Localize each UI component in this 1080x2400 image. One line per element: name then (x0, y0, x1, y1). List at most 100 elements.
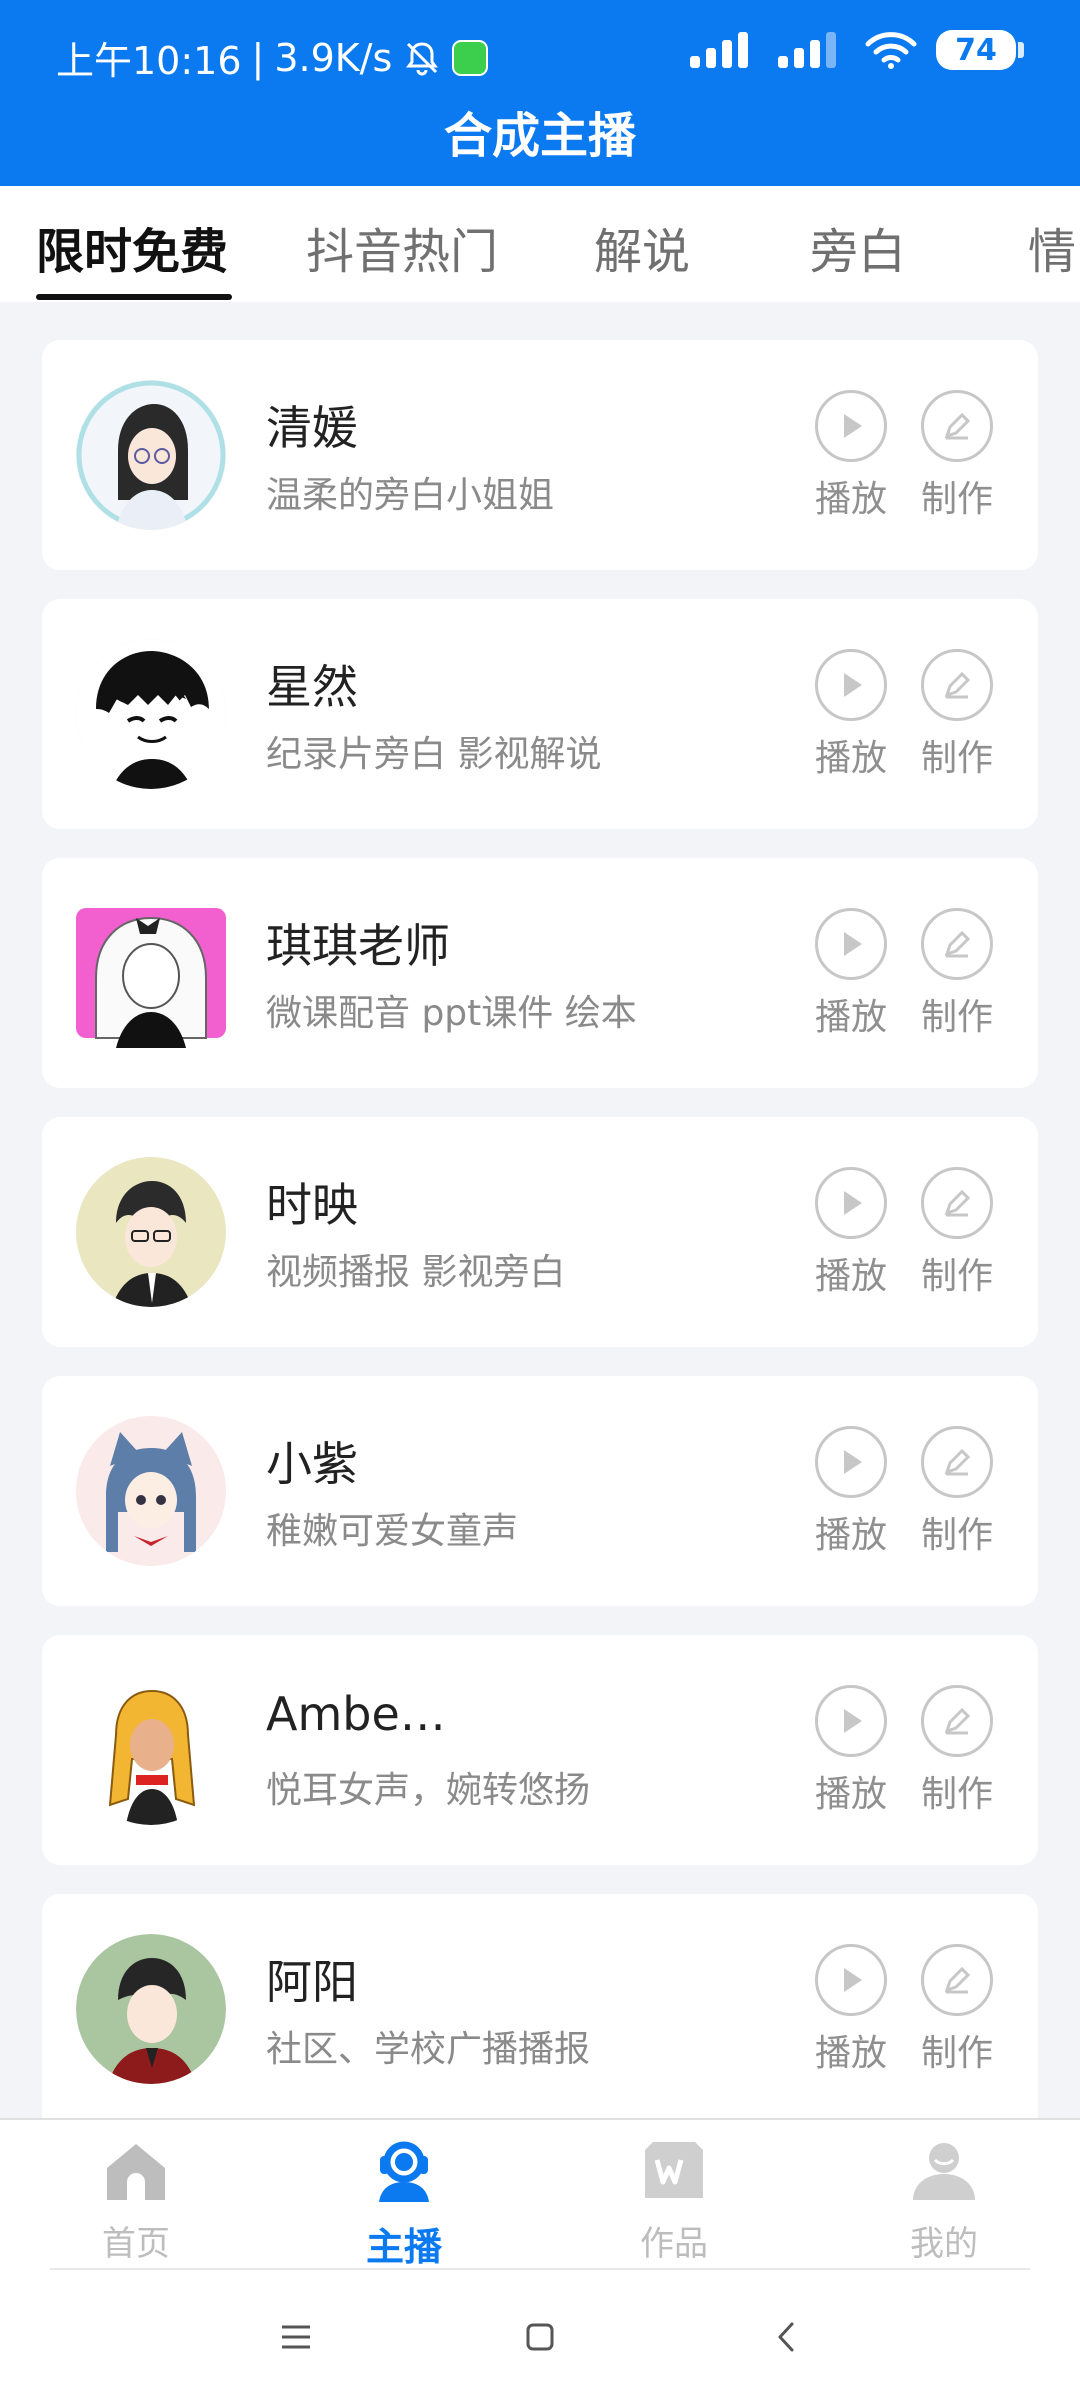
works-box-icon (645, 2142, 703, 2198)
play-button[interactable]: 播放 (796, 1944, 906, 2076)
avatar (76, 1675, 226, 1825)
network-speed: 3.9K/s (274, 35, 393, 80)
anchor-card[interactable]: 清媛 温柔的旁白小姐姐 播放 制作 (42, 340, 1038, 570)
make-button[interactable]: 制作 (902, 390, 1012, 522)
play-icon (844, 1191, 862, 1215)
anchor-name: 清媛 (266, 401, 358, 455)
play-icon (844, 1709, 862, 1733)
anchor-name: Ambe… (266, 1687, 446, 1741)
nav-home[interactable]: 首页 (56, 2136, 216, 2265)
status-bar: 上午10:16 | 3.9K/s 74 (0, 0, 1080, 110)
category-tabs: 限时免费 抖音热门 解说 旁白 情 (0, 186, 1080, 302)
play-icon (844, 1450, 862, 1474)
play-button[interactable]: 播放 (796, 908, 906, 1040)
play-icon (844, 1968, 862, 1992)
nav-works[interactable]: 作品 (594, 2136, 754, 2265)
avatar-girl-white-hair-icon (76, 908, 226, 1048)
app-header: 上午10:16 | 3.9K/s 74 合成主播 (0, 0, 1080, 186)
pencil-icon (944, 1189, 971, 1217)
anchor-desc: 微课配音 ppt课件 绘本 (266, 993, 637, 1034)
anchor-card[interactable]: 星然 纪录片旁白 影视解说 播放 制作 (42, 599, 1038, 829)
pencil-icon (944, 1966, 971, 1994)
play-icon (844, 932, 862, 956)
nav-mine[interactable]: 我的 (864, 2136, 1024, 2265)
make-button[interactable]: 制作 (902, 1426, 1012, 1558)
battery-indicator: 74 (936, 30, 1024, 70)
signal-icon (690, 32, 748, 68)
anchor-desc: 视频播报 影视旁白 (266, 1252, 566, 1293)
avatar (76, 380, 226, 530)
tab-free[interactable]: 限时免费 (36, 212, 228, 282)
avatar (76, 1934, 226, 2084)
anchor-name: 小紫 (266, 1437, 358, 1491)
anchor-card[interactable]: 时映 视频播报 影视旁白 播放 制作 (42, 1117, 1038, 1347)
play-icon (844, 414, 862, 438)
system-nav-bar (0, 2272, 1080, 2400)
avatar-boy-glasses-icon (76, 1157, 226, 1307)
anchor-name: 琪琪老师 (266, 919, 450, 973)
status-left: 上午10:16 | 3.9K/s (56, 30, 489, 85)
tab-douyin-hot[interactable]: 抖音热门 (306, 212, 498, 282)
tab-indicator (36, 294, 232, 300)
play-icon (844, 673, 862, 697)
make-button[interactable]: 制作 (902, 1167, 1012, 1299)
status-time: 上午10:16 (56, 39, 242, 83)
avatar-boy-black-hair-icon (76, 639, 226, 789)
play-button[interactable]: 播放 (796, 1426, 906, 1558)
pencil-icon (944, 1707, 971, 1735)
pencil-icon (944, 412, 971, 440)
avatar-boy-red-shirt-icon (76, 1934, 226, 2084)
anchor-card[interactable]: 阿阳 社区、学校广播播报 播放 制作 (42, 1894, 1038, 2134)
nav-divider (50, 2268, 1030, 2270)
tab-commentary[interactable]: 解说 (594, 212, 690, 282)
play-button[interactable]: 播放 (796, 1685, 906, 1817)
pencil-icon (944, 930, 971, 958)
message-app-icon (452, 39, 489, 76)
make-button[interactable]: 制作 (902, 649, 1012, 781)
pencil-icon (944, 1448, 971, 1476)
menu-icon (282, 2325, 310, 2349)
avatar (76, 1416, 226, 1566)
anchor-desc: 温柔的旁白小姐姐 (266, 475, 555, 516)
anchor-card[interactable]: 琪琪老师 微课配音 ppt课件 绘本 播放 制作 (42, 858, 1038, 1088)
user-icon (913, 2143, 975, 2200)
avatar (76, 898, 226, 1048)
avatar-girl-glasses-icon (76, 380, 226, 530)
home-icon (107, 2144, 165, 2200)
avatar-blonde-girl-icon (76, 1675, 226, 1825)
avatar (76, 1157, 226, 1307)
headset-user-icon (379, 2141, 429, 2202)
anchor-card[interactable]: 小紫 稚嫩可爱女童声 播放 制作 (42, 1376, 1038, 1606)
nav-anchor[interactable]: 主播 (324, 2136, 484, 2271)
anchor-desc: 稚嫩可爱女童声 (266, 1511, 519, 1552)
play-button[interactable]: 播放 (796, 390, 906, 522)
bottom-nav: 首页 主播 作品 我的 (0, 2118, 1080, 2272)
tab-narration[interactable]: 旁白 (810, 212, 906, 282)
anchor-name: 阿阳 (266, 1955, 358, 2009)
make-button[interactable]: 制作 (902, 908, 1012, 1040)
play-button[interactable]: 播放 (796, 649, 906, 781)
anchor-desc: 社区、学校广播播报 (266, 2029, 591, 2070)
signal-2-icon (778, 32, 836, 68)
anchor-name: 星然 (266, 660, 358, 714)
page-title: 合成主播 (443, 108, 636, 164)
avatar-cat-girl-icon (76, 1416, 226, 1566)
back-button[interactable] (756, 2312, 816, 2362)
square-home-icon (526, 2323, 554, 2351)
anchor-card[interactable]: Ambe… 悦耳女声，婉转悠扬 播放 制作 (42, 1635, 1038, 1865)
wifi-icon (865, 32, 917, 69)
tab-emotion[interactable]: 情 (1028, 212, 1076, 282)
bell-muted-icon (406, 41, 439, 75)
home-button[interactable] (510, 2312, 570, 2362)
anchor-name: 时映 (266, 1178, 358, 1232)
make-button[interactable]: 制作 (902, 1944, 1012, 2076)
anchor-desc: 纪录片旁白 影视解说 (266, 734, 602, 775)
play-button[interactable]: 播放 (796, 1167, 906, 1299)
pencil-icon (944, 671, 971, 699)
make-button[interactable]: 制作 (902, 1685, 1012, 1817)
status-right: 74 (688, 30, 1024, 70)
avatar (76, 639, 226, 789)
anchor-desc: 悦耳女声，婉转悠扬 (266, 1770, 591, 1811)
menu-button[interactable] (266, 2312, 326, 2362)
back-chevron-icon (778, 2322, 794, 2352)
